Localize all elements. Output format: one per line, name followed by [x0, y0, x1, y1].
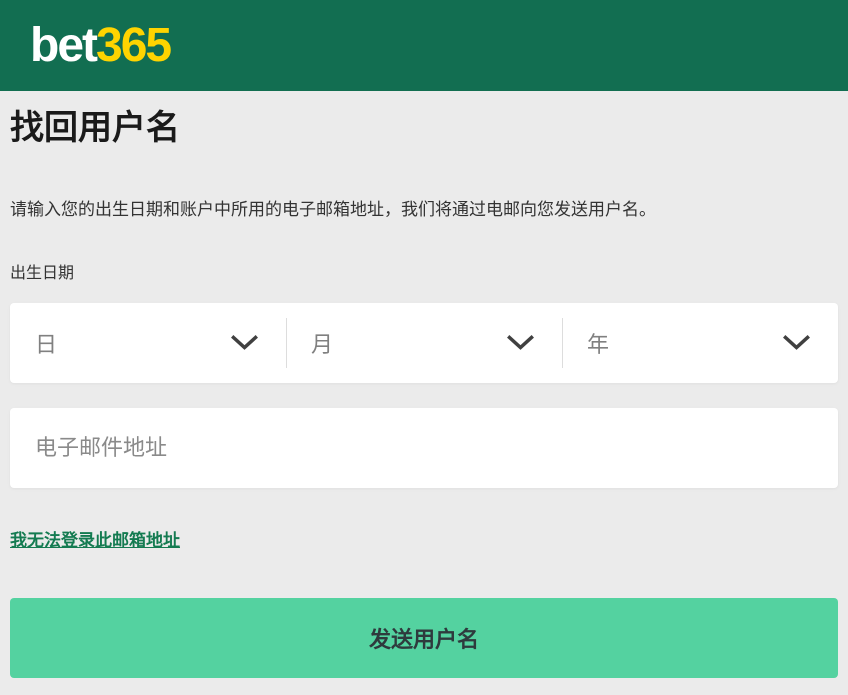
bet365-logo-bet: bet: [30, 19, 96, 72]
day-select[interactable]: 日: [10, 303, 286, 383]
year-select[interactable]: 年: [562, 303, 838, 383]
send-username-button[interactable]: 发送用户名: [10, 598, 838, 678]
chevron-down-icon: [507, 335, 534, 351]
year-select-label: 年: [587, 327, 609, 359]
app-header: bet365: [0, 0, 848, 91]
day-select-label: 日: [35, 327, 57, 359]
page-description: 请输入您的出生日期和账户中所用的电子邮箱地址，我们将通过电邮向您发送用户名。: [10, 199, 838, 221]
chevron-down-icon: [783, 335, 810, 351]
month-select-label: 月: [311, 327, 333, 359]
date-of-birth-label: 出生日期: [10, 264, 838, 284]
cannot-access-email-link[interactable]: 我无法登录此邮箱地址: [10, 530, 180, 552]
page-title: 找回用户名: [10, 109, 838, 147]
email-input[interactable]: [10, 408, 838, 488]
main-content: 找回用户名 请输入您的出生日期和账户中所用的电子邮箱地址，我们将通过电邮向您发送…: [0, 109, 848, 678]
bet365-logo[interactable]: bet365: [30, 22, 170, 70]
chevron-down-icon: [231, 335, 258, 351]
bet365-logo-365: 365: [96, 19, 170, 72]
month-select[interactable]: 月: [286, 303, 562, 383]
date-of-birth-select-row: 日 月 年: [10, 303, 838, 383]
